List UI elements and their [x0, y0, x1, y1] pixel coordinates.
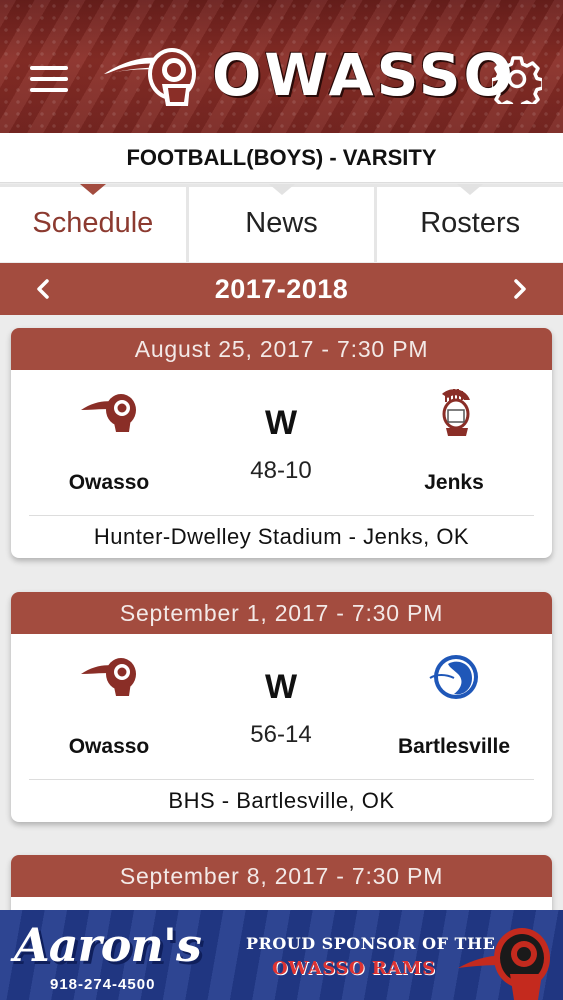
tab-notch-icon — [457, 184, 484, 195]
game-venue: Hunter-Dwelley Stadium - Jenks, OK — [93, 524, 470, 549]
result-outcome: W — [264, 404, 298, 442]
game-matchup: Owasso W 48-10 Jenks — [11, 370, 552, 516]
schedule-list[interactable]: August 25, 2017 - 7:30 PM Owasso W 48-10 — [0, 315, 563, 910]
rams-logo-icon — [104, 48, 196, 106]
tab-label: Schedule — [32, 206, 154, 239]
rams-logo-icon — [81, 658, 136, 696]
game-datetime: August 25, 2017 - 7:30 PM — [11, 328, 552, 370]
away-team-name: Jenks — [424, 471, 484, 494]
menu-bar — [30, 88, 68, 92]
tab-label: Rosters — [420, 206, 521, 239]
trojan-logo-icon — [442, 389, 470, 436]
game-card[interactable]: September 8, 2017 - 7:30 PM — [11, 855, 552, 910]
rams-logo-icon — [458, 928, 550, 1000]
away-team-name: Bartlesville — [397, 735, 511, 758]
season-selector: 2017-2018 — [0, 263, 563, 315]
card-divider — [29, 779, 534, 780]
app-header: OWASSO — [0, 0, 563, 133]
ad-team: OWASSO RAMS — [272, 958, 436, 979]
sponsor-banner[interactable]: Aaron's 918-274-4500 PROUD SPONSOR OF TH… — [0, 910, 563, 1000]
tab-notch-icon — [268, 184, 295, 195]
game-datetime: September 1, 2017 - 7:30 PM — [11, 592, 552, 634]
away-team: Jenks — [374, 388, 534, 495]
home-team: Owasso — [29, 652, 189, 759]
chevron-left-icon[interactable] — [18, 263, 68, 315]
game-venue: BHS - Bartlesville, OK — [168, 788, 395, 813]
game-matchup — [11, 897, 552, 910]
game-datetime: September 8, 2017 - 7:30 PM — [11, 855, 552, 897]
rams-logo-icon — [81, 394, 136, 432]
season-label: 2017-2018 — [214, 273, 349, 304]
hamburger-menu-icon[interactable] — [28, 58, 72, 98]
game-card[interactable]: September 1, 2017 - 7:30 PM Owasso W 56-… — [11, 592, 552, 822]
chevron-right-glyph — [514, 279, 526, 299]
menu-bar — [30, 66, 68, 70]
tab-label: News — [245, 206, 318, 239]
away-team: Bartlesville — [374, 652, 534, 759]
game-result: W 56-14 — [201, 668, 361, 749]
gear-icon[interactable] — [492, 54, 542, 104]
result-score: 56-14 — [250, 721, 312, 748]
tab-news[interactable]: News — [188, 184, 378, 262]
result-score: 48-10 — [250, 457, 312, 484]
home-team-name: Owasso — [68, 735, 150, 758]
tab-rosters[interactable]: Rosters — [377, 184, 563, 262]
chevron-left-glyph — [37, 279, 49, 299]
bruins-logo-icon — [429, 655, 478, 699]
card-divider — [29, 515, 534, 516]
tab-schedule[interactable]: Schedule — [0, 184, 189, 262]
chevron-right-icon[interactable] — [495, 263, 545, 315]
result-outcome: W — [264, 668, 298, 706]
home-team: Owasso — [29, 388, 189, 495]
home-team-name: Owasso — [68, 471, 150, 494]
menu-bar — [30, 77, 68, 81]
brand-title: OWASSO — [212, 41, 516, 109]
game-result: W 48-10 — [201, 404, 361, 485]
game-card[interactable]: August 25, 2017 - 7:30 PM Owasso W 48-10 — [11, 328, 552, 558]
app-screen: OWASSO FOOTBALL(BOYS) - VARSITY Schedule… — [0, 0, 563, 1000]
sport-title: FOOTBALL(BOYS) - VARSITY — [0, 133, 563, 183]
ad-phone: 918-274-4500 — [50, 976, 156, 993]
section-tabs: Schedule News Rosters — [0, 184, 563, 262]
game-matchup: Owasso W 56-14 Bartlesville — [11, 634, 552, 780]
ad-brand: Aaron's — [14, 918, 202, 972]
tab-notch-icon — [79, 184, 106, 195]
